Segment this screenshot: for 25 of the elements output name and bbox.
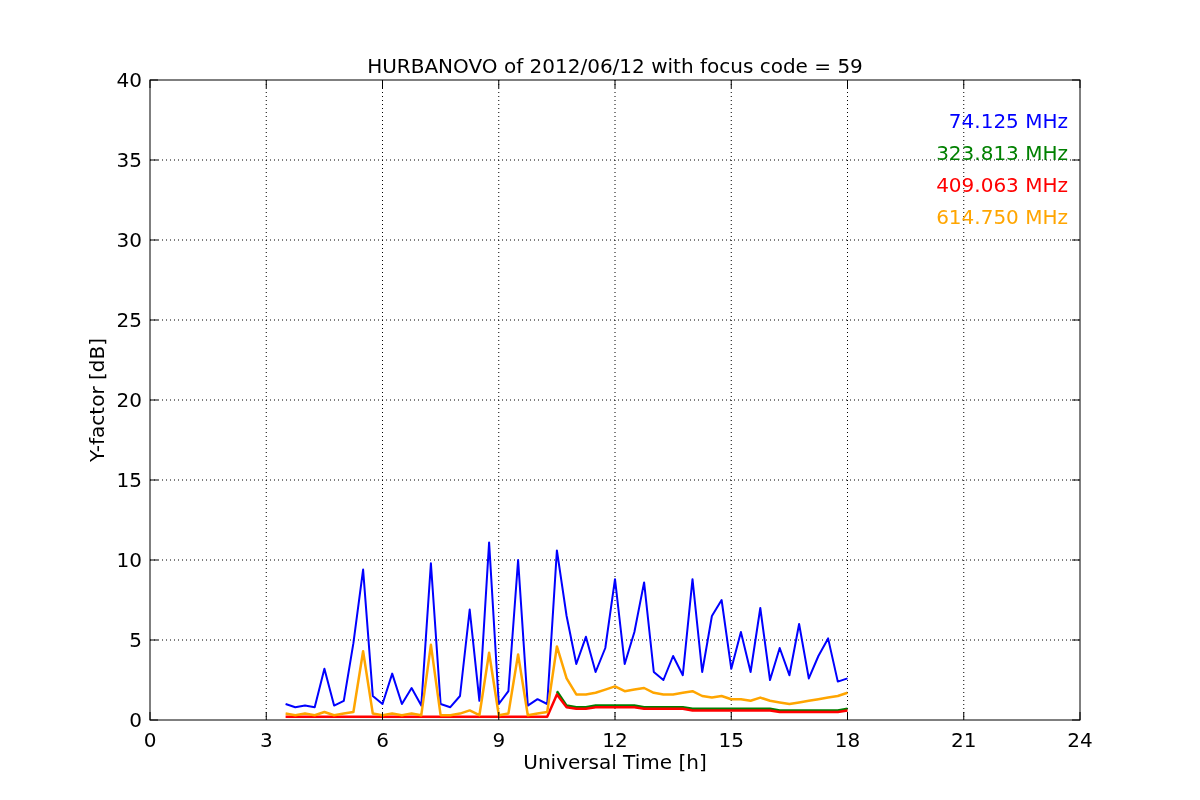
legend-label: 614.750 MHz bbox=[936, 205, 1068, 229]
legend-label: 323.813 MHz bbox=[936, 141, 1068, 165]
y-tick-label: 0 bbox=[129, 708, 142, 732]
y-tick-label: 35 bbox=[116, 148, 142, 172]
legend-label: 74.125 MHz bbox=[948, 109, 1068, 133]
x-tick-label: 0 bbox=[143, 728, 157, 752]
x-tick-label: 24 bbox=[1067, 728, 1093, 752]
x-tick-label: 3 bbox=[259, 728, 273, 752]
x-tick-label: 18 bbox=[834, 728, 861, 752]
x-tick-label: 21 bbox=[951, 728, 977, 752]
x-tick-label: 12 bbox=[602, 728, 628, 752]
y-axis-label: Y-factor [dB] bbox=[85, 338, 109, 462]
y-tick-label: 25 bbox=[116, 308, 142, 332]
y-tick-label: 15 bbox=[116, 468, 142, 492]
y-tick-label: 30 bbox=[116, 228, 142, 252]
x-axis-label: Universal Time [h] bbox=[523, 750, 707, 774]
y-tick-label: 40 bbox=[116, 68, 142, 92]
x-tick-label: 6 bbox=[376, 728, 389, 752]
y-tick-label: 10 bbox=[116, 548, 142, 572]
y-tick-label: 5 bbox=[129, 628, 142, 652]
x-tick-label: 15 bbox=[718, 728, 744, 752]
chart-title: HURBANOVO of 2012/06/12 with focus code = 59 bbox=[367, 54, 863, 78]
y-tick-label: 20 bbox=[116, 388, 142, 412]
x-tick-label: 9 bbox=[492, 728, 506, 752]
legend-label: 409.063 MHz bbox=[936, 173, 1068, 197]
